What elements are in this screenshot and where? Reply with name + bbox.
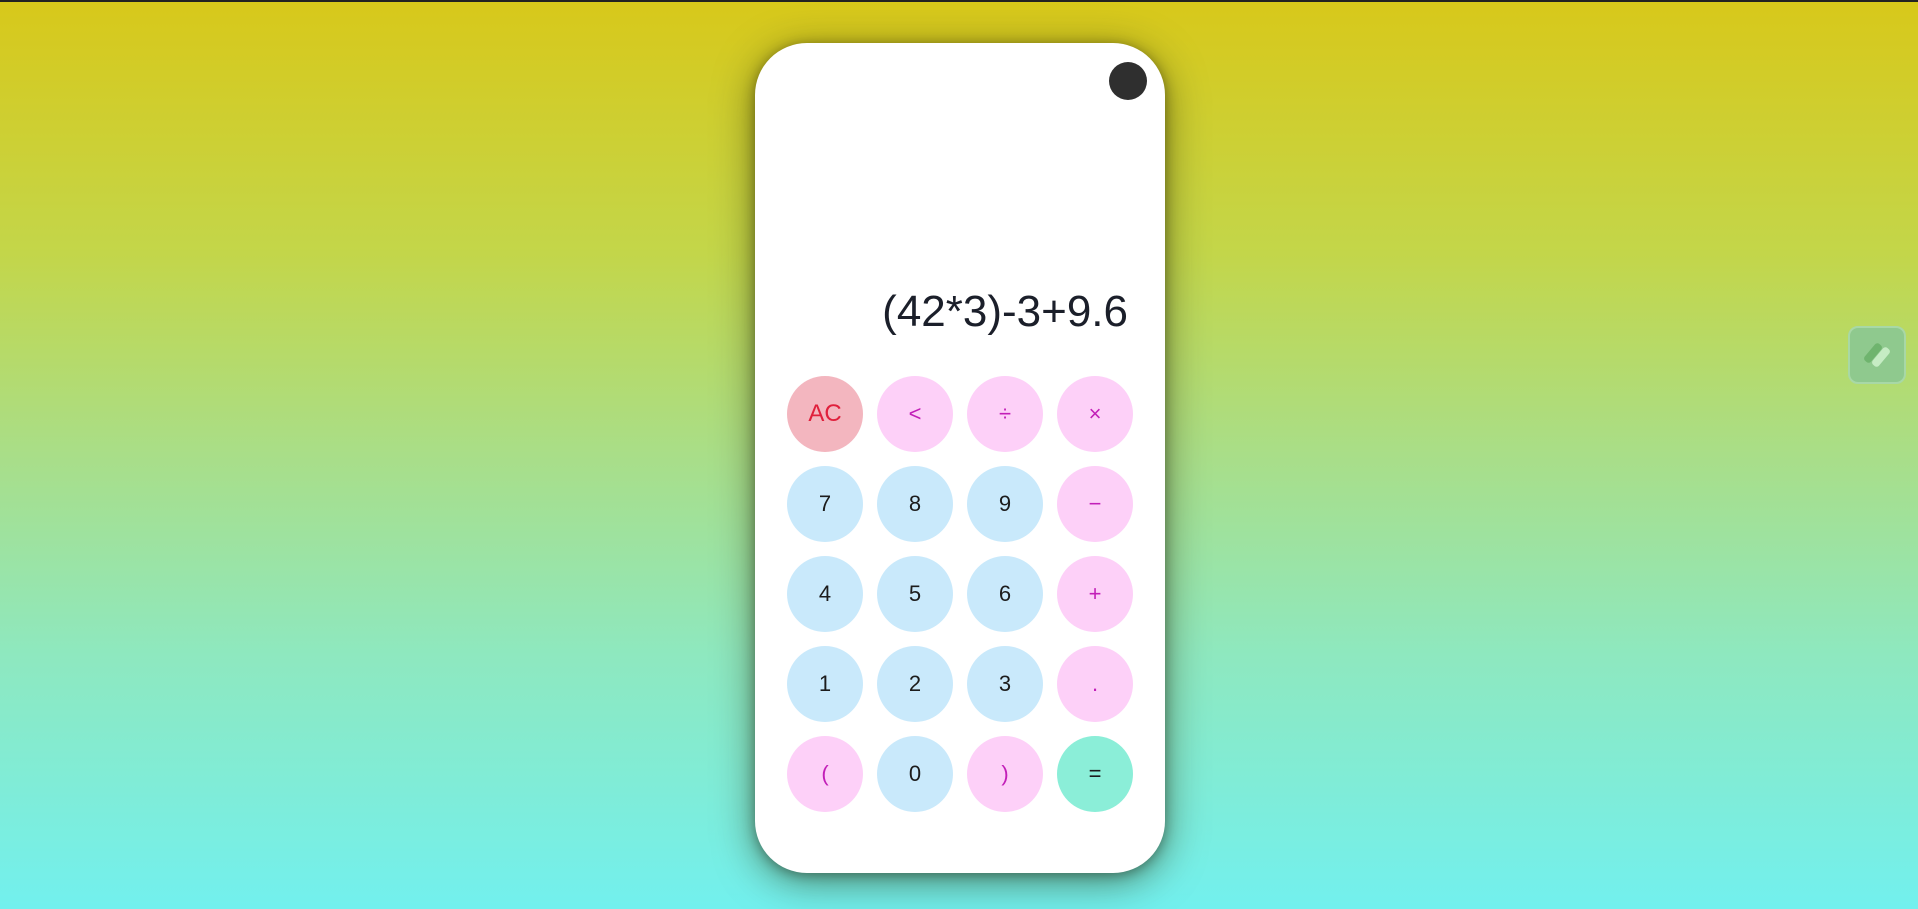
equals-button[interactable]: = — [1057, 736, 1133, 812]
digit-4-button[interactable]: 4 — [787, 556, 863, 632]
plus-button[interactable]: + — [1057, 556, 1133, 632]
decimal-point-button[interactable]: . — [1057, 646, 1133, 722]
open-paren-button[interactable]: ( — [787, 736, 863, 812]
keypad: AC < ÷ × 7 8 9 − 4 5 6 + 1 2 3 . ( 0 ) = — [787, 376, 1133, 812]
extension-icon — [1864, 343, 1890, 367]
digit-7-button[interactable]: 7 — [787, 466, 863, 542]
close-paren-button[interactable]: ) — [967, 736, 1043, 812]
multiply-button[interactable]: × — [1057, 376, 1133, 452]
camera-dot-icon — [1109, 62, 1147, 100]
digit-2-button[interactable]: 2 — [877, 646, 953, 722]
extension-widget-button[interactable] — [1848, 326, 1906, 384]
backspace-button[interactable]: < — [877, 376, 953, 452]
expression-display: (42*3)-3+9.6 — [882, 287, 1128, 336]
digit-6-button[interactable]: 6 — [967, 556, 1043, 632]
digit-5-button[interactable]: 5 — [877, 556, 953, 632]
digit-8-button[interactable]: 8 — [877, 466, 953, 542]
minus-button[interactable]: − — [1057, 466, 1133, 542]
divide-button[interactable]: ÷ — [967, 376, 1043, 452]
digit-3-button[interactable]: 3 — [967, 646, 1043, 722]
digit-1-button[interactable]: 1 — [787, 646, 863, 722]
calculator-phone-frame: (42*3)-3+9.6 AC < ÷ × 7 8 9 − 4 5 6 + 1 … — [755, 43, 1165, 873]
digit-0-button[interactable]: 0 — [877, 736, 953, 812]
digit-9-button[interactable]: 9 — [967, 466, 1043, 542]
top-border — [0, 0, 1918, 2]
clear-button[interactable]: AC — [787, 376, 863, 452]
